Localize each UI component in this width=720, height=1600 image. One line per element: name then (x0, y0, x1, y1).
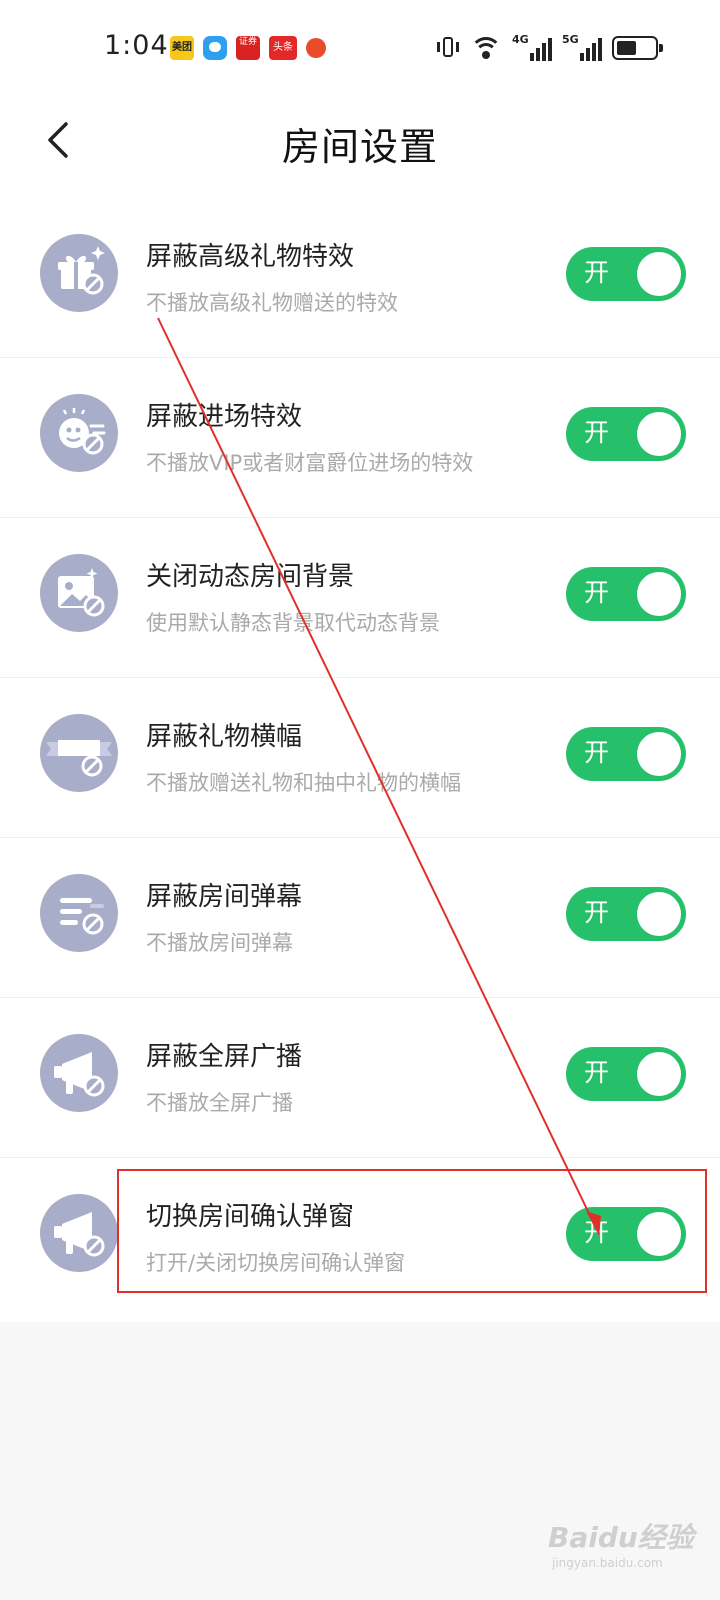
system-status-icons: 4G 5G (436, 33, 663, 62)
toggle-label: 开 (584, 418, 610, 447)
status-bar: 1:04 美团 证券 头条 4G 5G (0, 0, 720, 96)
toggle-switch[interactable]: 开 (566, 567, 686, 621)
toggle-knob (637, 572, 681, 616)
signal-4g-icon: 4G (512, 33, 552, 61)
setting-description: 不播放VIP或者财富爵位进场的特效 (146, 451, 474, 475)
entrance-block-icon (40, 394, 118, 472)
setting-description: 不播放高级礼物赠送的特效 (146, 291, 398, 315)
toggle-label: 开 (584, 578, 610, 607)
setting-title: 关闭动态房间背景 (146, 562, 355, 592)
network-4g-label: 4G (512, 33, 529, 46)
toggle-label: 开 (584, 1218, 610, 1247)
toggle-knob (637, 412, 681, 456)
toggle-knob (637, 1212, 681, 1256)
notification-icons: 美团 证券 头条 (170, 36, 326, 60)
chat-app-icon (203, 36, 227, 60)
toutiao-app-icon: 头条 (269, 36, 297, 60)
setting-title: 屏蔽进场特效 (146, 402, 303, 432)
toggle-switch[interactable]: 开 (566, 407, 686, 461)
vibrate-icon (436, 35, 460, 61)
toggle-switch[interactable]: 开 (566, 887, 686, 941)
setting-description: 不播放赠送礼物和抽中礼物的横幅 (146, 771, 461, 795)
watermark-main: Baidu经验 (548, 1521, 694, 1554)
toggle-label: 开 (584, 258, 610, 287)
megaphone-block-icon (40, 1194, 118, 1272)
securities-app-icon: 证券 (236, 36, 260, 60)
danmaku-block-icon (40, 874, 118, 952)
status-time: 1:04 (104, 30, 169, 61)
setting-row-gift-effects: 屏蔽高级礼物特效 不播放高级礼物赠送的特效 开 (0, 198, 720, 358)
toggle-label: 开 (584, 898, 610, 927)
toggle-knob (637, 1052, 681, 1096)
setting-row-dynamic-background: 关闭动态房间背景 使用默认静态背景取代动态背景 开 (0, 518, 720, 678)
banner-block-icon (40, 714, 118, 792)
setting-row-room-danmaku: 屏蔽房间弹幕 不播放房间弹幕 开 (0, 838, 720, 998)
baidu-watermark: Baidu经验 jingyan.baidu.com (548, 1516, 698, 1580)
watermark-sub: jingyan.baidu.com (552, 1556, 663, 1570)
image-block-icon (40, 554, 118, 632)
toggle-label: 开 (584, 1058, 610, 1087)
setting-title: 屏蔽高级礼物特效 (146, 242, 355, 272)
toggle-label: 开 (584, 738, 610, 767)
setting-description: 不播放房间弹幕 (146, 931, 293, 955)
setting-description: 打开/关闭切换房间确认弹窗 (146, 1251, 406, 1275)
setting-row-entrance-effects: 屏蔽进场特效 不播放VIP或者财富爵位进场的特效 开 (0, 358, 720, 518)
setting-title: 屏蔽礼物横幅 (146, 722, 303, 752)
setting-title: 切换房间确认弹窗 (146, 1202, 355, 1232)
network-5g-label: 5G (562, 33, 579, 46)
toggle-knob (637, 892, 681, 936)
setting-title: 屏蔽全屏广播 (146, 1042, 303, 1072)
setting-row-switch-room-confirm: 切换房间确认弹窗 打开/关闭切换房间确认弹窗 开 (0, 1158, 720, 1318)
signal-5g-icon: 5G (562, 33, 602, 61)
page-title: 房间设置 (281, 125, 438, 169)
setting-title: 屏蔽房间弹幕 (146, 882, 303, 912)
meituan-app-icon: 美团 (170, 36, 194, 60)
wifi-icon (470, 35, 502, 61)
header: 房间设置 (0, 96, 720, 186)
weibo-app-icon (306, 38, 326, 58)
toggle-switch[interactable]: 开 (566, 727, 686, 781)
toggle-knob (637, 252, 681, 296)
toggle-switch[interactable]: 开 (566, 1047, 686, 1101)
setting-description: 不播放全屏广播 (146, 1091, 293, 1115)
setting-row-fullscreen-broadcast: 屏蔽全屏广播 不播放全屏广播 开 (0, 998, 720, 1158)
toggle-switch[interactable]: 开 (566, 247, 686, 301)
battery-icon (612, 36, 663, 60)
gift-block-icon (40, 234, 118, 312)
setting-description: 使用默认静态背景取代动态背景 (146, 611, 440, 635)
settings-list: 屏蔽高级礼物特效 不播放高级礼物赠送的特效 开 屏蔽进场特效 不播放VIP或者财… (0, 198, 720, 1318)
toggle-switch[interactable]: 开 (566, 1207, 686, 1261)
setting-row-gift-banner: 屏蔽礼物横幅 不播放赠送礼物和抽中礼物的横幅 开 (0, 678, 720, 838)
megaphone-block-icon (40, 1034, 118, 1112)
toggle-knob (637, 732, 681, 776)
